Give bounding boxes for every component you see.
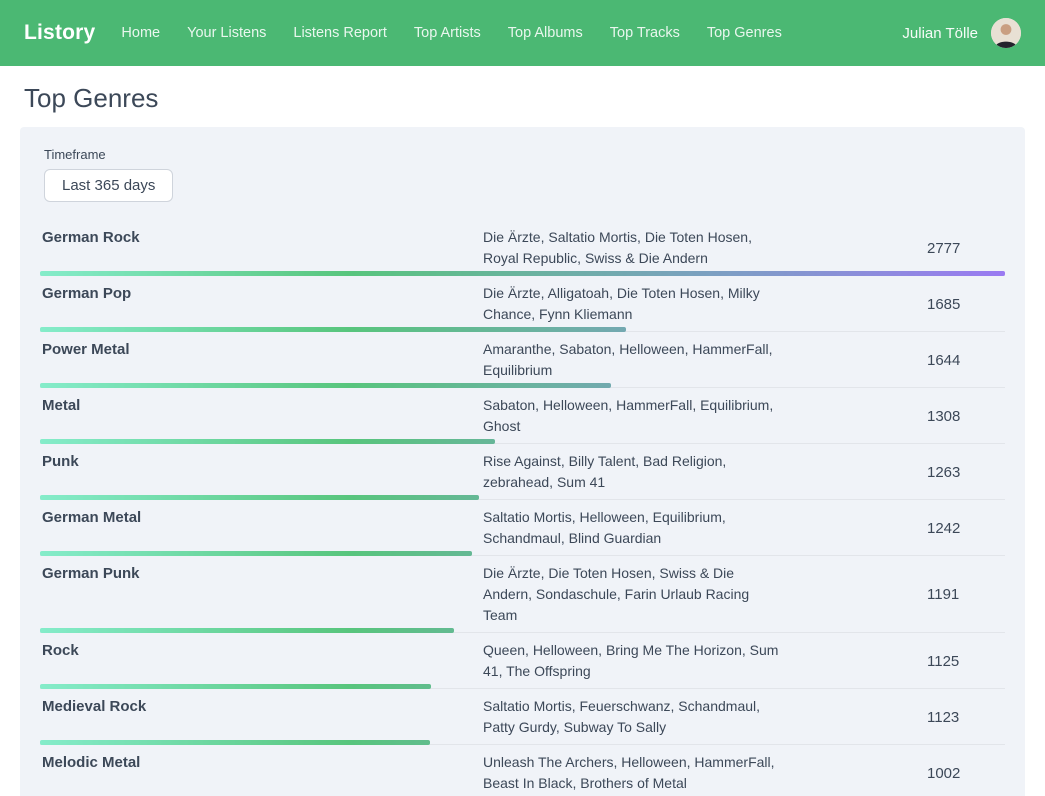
genre-count: 1685 bbox=[925, 296, 1005, 313]
genre-row: PunkRise Against, Billy Talent, Bad Reli… bbox=[40, 444, 1005, 500]
genre-table: German RockDie Ärzte, Saltatio Mortis, D… bbox=[40, 220, 1005, 796]
genre-name: Melodic Metal bbox=[40, 752, 483, 771]
main-navigation: Home Your Listens Listens Report Top Artist… bbox=[121, 25, 902, 41]
genre-count: 1123 bbox=[925, 709, 1005, 726]
genre-row: German PunkDie Ärzte, Die Toten Hosen, S… bbox=[40, 556, 1005, 633]
genre-artists: Unleash The Archers, Helloween, HammerFa… bbox=[483, 752, 785, 794]
genre-artists: Sabaton, Helloween, HammerFall, Equilibr… bbox=[483, 395, 785, 437]
timeframe-select[interactable]: Last 365 days bbox=[44, 169, 173, 202]
genre-name: German Punk bbox=[40, 563, 483, 582]
genre-name: German Metal bbox=[40, 507, 483, 526]
avatar-photo-placeholder bbox=[991, 18, 1021, 48]
genre-row: Power MetalAmaranthe, Sabaton, Helloween… bbox=[40, 332, 1005, 388]
top-genres-card: Timeframe Last 365 days German RockDie Ä… bbox=[20, 127, 1025, 796]
genre-artists: Queen, Helloween, Bring Me The Horizon, … bbox=[483, 640, 785, 682]
nav-item-top-genres[interactable]: Top Genres bbox=[707, 25, 782, 41]
genre-row: German MetalSaltatio Mortis, Helloween, … bbox=[40, 500, 1005, 556]
nav-item-top-albums[interactable]: Top Albums bbox=[508, 25, 583, 41]
genre-count: 1308 bbox=[925, 408, 1005, 425]
nav-item-top-artists[interactable]: Top Artists bbox=[414, 25, 481, 41]
genre-row: Melodic MetalUnleash The Archers, Hellow… bbox=[40, 745, 1005, 796]
nav-item-listens-report[interactable]: Listens Report bbox=[293, 25, 387, 41]
genre-row: German RockDie Ärzte, Saltatio Mortis, D… bbox=[40, 220, 1005, 276]
genre-artists: Amaranthe, Sabaton, Helloween, HammerFal… bbox=[483, 339, 785, 381]
genre-row: MetalSabaton, Helloween, HammerFall, Equ… bbox=[40, 388, 1005, 444]
timeframe-filter: Timeframe Last 365 days bbox=[44, 147, 1005, 202]
genre-row: RockQueen, Helloween, Bring Me The Horiz… bbox=[40, 633, 1005, 689]
nav-item-your-listens[interactable]: Your Listens bbox=[187, 25, 266, 41]
genre-name: Metal bbox=[40, 395, 483, 414]
genre-artists: Die Ärzte, Die Toten Hosen, Swiss & Die … bbox=[483, 563, 785, 626]
page-title: Top Genres bbox=[24, 83, 1045, 114]
genre-count: 1002 bbox=[925, 765, 1005, 782]
genre-count: 1191 bbox=[925, 586, 1005, 603]
genre-row: Medieval RockSaltatio Mortis, Feuerschwa… bbox=[40, 689, 1005, 745]
genre-name: German Pop bbox=[40, 283, 483, 302]
user-avatar[interactable] bbox=[991, 18, 1021, 48]
genre-count: 2777 bbox=[925, 240, 1005, 257]
nav-item-top-tracks[interactable]: Top Tracks bbox=[610, 25, 680, 41]
genre-name: Punk bbox=[40, 451, 483, 470]
genre-name: German Rock bbox=[40, 227, 483, 246]
genre-artists: Saltatio Mortis, Helloween, Equilibrium,… bbox=[483, 507, 785, 549]
top-navbar: Listory Home Your Listens Listens Report To… bbox=[0, 0, 1045, 66]
genre-artists: Die Ärzte, Alligatoah, Die Toten Hosen, … bbox=[483, 283, 785, 325]
genre-artists: Rise Against, Billy Talent, Bad Religion… bbox=[483, 451, 785, 493]
user-name: Julian Tölle bbox=[902, 25, 978, 42]
nav-item-home[interactable]: Home bbox=[121, 25, 160, 41]
genre-count: 1125 bbox=[925, 653, 1005, 670]
genre-name: Medieval Rock bbox=[40, 696, 483, 715]
genre-name: Power Metal bbox=[40, 339, 483, 358]
genre-row: German PopDie Ärzte, Alligatoah, Die Tot… bbox=[40, 276, 1005, 332]
genre-count: 1644 bbox=[925, 352, 1005, 369]
user-area: Julian Tölle bbox=[902, 18, 1021, 48]
genre-artists: Die Ärzte, Saltatio Mortis, Die Toten Ho… bbox=[483, 227, 785, 269]
genre-artists: Saltatio Mortis, Feuerschwanz, Schandmau… bbox=[483, 696, 785, 738]
main-content: Top Genres Timeframe Last 365 days Germa… bbox=[0, 83, 1045, 796]
app-logo[interactable]: Listory bbox=[24, 21, 95, 45]
timeframe-label: Timeframe bbox=[44, 147, 1005, 162]
genre-count: 1263 bbox=[925, 464, 1005, 481]
genre-name: Rock bbox=[40, 640, 483, 659]
genre-count: 1242 bbox=[925, 520, 1005, 537]
